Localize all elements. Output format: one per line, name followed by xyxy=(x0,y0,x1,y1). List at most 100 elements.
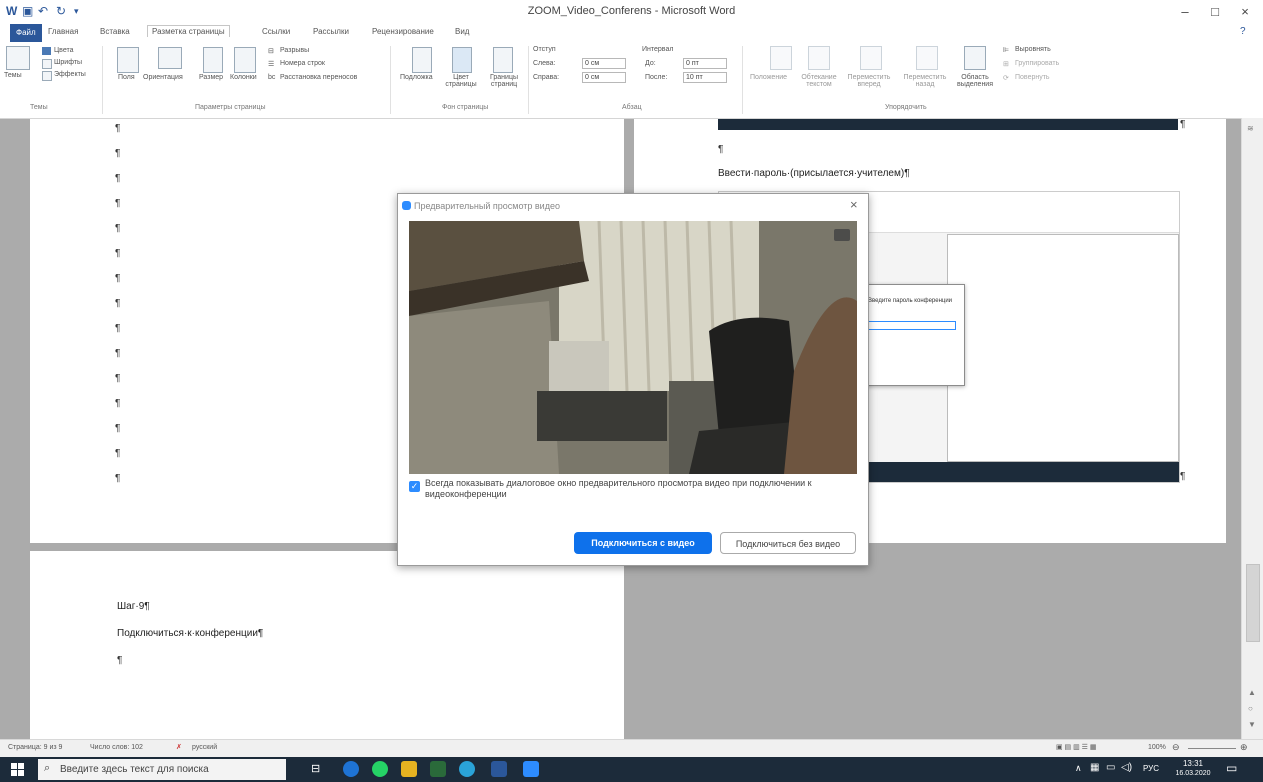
windows-start-icon[interactable] xyxy=(11,763,24,776)
tray-chevron-icon[interactable]: ∧ xyxy=(1075,763,1082,774)
align-button[interactable]: Выровнять xyxy=(1015,46,1051,53)
selection-pane-icon xyxy=(964,46,986,70)
fonts-icon xyxy=(42,59,52,69)
paragraph-mark: ¶ xyxy=(115,323,121,334)
tab-review[interactable]: Рецензирование xyxy=(372,27,434,36)
vertical-scrollbar[interactable]: ≋ ▲ ○ ▼ xyxy=(1241,118,1263,739)
spacing-before-input[interactable]: 0 пт xyxy=(683,58,727,69)
scroll-thumb[interactable] xyxy=(1246,564,1260,642)
join-with-video-button[interactable]: Подключиться с видео xyxy=(574,532,712,554)
embedded-password-title: Введите пароль конференции xyxy=(868,298,953,304)
task-view-icon[interactable]: ⊟ xyxy=(311,762,320,775)
ribbon-separator xyxy=(102,46,103,114)
edge-browser-icon[interactable] xyxy=(343,761,359,777)
columns-button[interactable]: Колонки xyxy=(230,74,257,81)
rotate-button[interactable]: Повернуть xyxy=(1015,74,1050,81)
next-page-icon[interactable]: ▼ xyxy=(1248,720,1256,729)
group-page-background-label: Фон страницы xyxy=(442,104,489,111)
wrap-text-icon xyxy=(808,46,830,70)
dialog-close-button[interactable]: × xyxy=(850,197,858,212)
tab-file[interactable]: Файл xyxy=(10,24,42,42)
line-numbers-button[interactable]: Номера строк xyxy=(280,60,325,67)
join-without-video-button[interactable]: Подключиться без видео xyxy=(720,532,856,554)
paragraph-mark: ¶ xyxy=(115,273,121,284)
send-backward-button[interactable]: Переместить назад xyxy=(899,74,951,88)
themes-icon[interactable] xyxy=(6,46,30,70)
hyphenation-button[interactable]: Расстановка переносов xyxy=(280,74,357,81)
indent-right-input[interactable]: 0 см xyxy=(582,72,626,83)
page-borders-button[interactable]: Границы страниц xyxy=(484,74,524,88)
spacing-label: Интервал xyxy=(642,46,674,53)
input-language[interactable]: РУС xyxy=(1143,764,1159,773)
fonts-button[interactable]: Шрифты xyxy=(54,59,82,66)
margins-icon xyxy=(117,47,139,73)
paragraph-mark: ¶ xyxy=(115,448,121,459)
tab-insert[interactable]: Вставка xyxy=(100,27,130,36)
paragraph-mark: ¶ xyxy=(115,173,121,184)
wrap-text-button[interactable]: Обтекание текстом xyxy=(797,74,841,88)
effects-button[interactable]: Эффекты xyxy=(54,71,86,78)
zoom-level[interactable]: 100% xyxy=(1148,744,1166,751)
volume-icon[interactable]: ◁) xyxy=(1121,762,1132,773)
whatsapp-icon[interactable] xyxy=(372,761,388,777)
breaks-button[interactable]: Разрывы xyxy=(280,47,309,54)
ruler-toggle-icon[interactable]: ≋ xyxy=(1247,124,1254,133)
zoom-slider[interactable] xyxy=(1188,748,1236,749)
page-color-button[interactable]: Цвет страницы xyxy=(440,74,482,88)
ribbon-separator xyxy=(528,46,529,114)
page-count-status[interactable]: Страница: 9 из 9 xyxy=(8,744,62,751)
tab-page-layout[interactable]: Разметка страницы xyxy=(147,25,230,37)
align-icon: ⊫ xyxy=(1003,47,1010,54)
orientation-button[interactable]: Ориентация xyxy=(143,74,183,81)
clock-date[interactable]: 16.03.2020 xyxy=(1174,770,1212,777)
tray-network-icon[interactable]: ▦ xyxy=(1090,762,1099,773)
group-button[interactable]: Группировать xyxy=(1015,60,1059,67)
indent-left-input[interactable]: 0 см xyxy=(582,58,626,69)
page-left-bottom[interactable]: Шаг·9¶ Подключиться·к·конференции¶ ¶ xyxy=(30,551,624,739)
group-paragraph-label: Абзац xyxy=(622,104,642,111)
watermark-button[interactable]: Подложка xyxy=(400,74,433,81)
spacing-after-input[interactable]: 10 пт xyxy=(683,72,727,83)
ribbon-tabs: Файл Главная Вставка Разметка страницы С… xyxy=(0,24,1263,42)
step-description-text: Подключиться·к·конференции¶ xyxy=(117,628,264,639)
network-app-icon[interactable] xyxy=(430,761,446,777)
margins-button[interactable]: Поля xyxy=(118,74,135,81)
tray-monitor-icon[interactable]: ▭ xyxy=(1106,762,1115,773)
maximize-button[interactable]: □ xyxy=(1200,2,1230,22)
zoom-taskbar-icon[interactable] xyxy=(523,761,539,777)
view-mode-icons[interactable]: ▣ ▤ ▥ ☰ ▦ xyxy=(1056,743,1097,751)
taskbar-search-box[interactable]: ⌕ Введите здесь текст для поиска xyxy=(38,759,286,780)
position-button[interactable]: Положение xyxy=(750,74,787,81)
minimize-button[interactable]: – xyxy=(1170,2,1200,22)
colors-icon xyxy=(42,47,51,55)
clock-time[interactable]: 13:31 xyxy=(1174,759,1212,768)
bring-forward-icon xyxy=(860,46,882,70)
bring-forward-button[interactable]: Переместить вперед xyxy=(843,74,895,88)
paragraph-mark: ¶ xyxy=(115,123,121,134)
word-count-status[interactable]: Число слов: 102 xyxy=(90,744,143,751)
close-button[interactable]: × xyxy=(1230,2,1260,22)
file-explorer-icon[interactable] xyxy=(401,761,417,777)
help-icon[interactable]: ? xyxy=(1240,26,1246,37)
zoom-logo-icon xyxy=(402,201,411,210)
word-taskbar-icon[interactable] xyxy=(491,761,507,777)
tab-references[interactable]: Ссылки xyxy=(262,27,290,36)
proofing-icon[interactable]: ✗ xyxy=(176,743,182,751)
group-page-setup-label: Параметры страницы xyxy=(195,104,266,111)
paragraph-mark: ¶ xyxy=(115,248,121,259)
tab-home[interactable]: Главная xyxy=(48,27,78,36)
browse-object-icon[interactable]: ○ xyxy=(1248,704,1253,713)
selection-pane-button[interactable]: Область выделения xyxy=(955,74,995,88)
themes-button-label[interactable]: Темы xyxy=(4,72,22,79)
telegram-icon[interactable] xyxy=(459,761,475,777)
zoom-out-icon[interactable]: ⊖ xyxy=(1172,742,1180,753)
size-button[interactable]: Размер xyxy=(199,74,223,81)
tab-mailings[interactable]: Рассылки xyxy=(313,27,349,36)
zoom-in-icon[interactable]: ⊕ xyxy=(1240,742,1248,753)
colors-button[interactable]: Цвета xyxy=(54,47,74,54)
tab-view[interactable]: Вид xyxy=(455,27,469,36)
notifications-icon[interactable]: ▭ xyxy=(1226,761,1237,775)
always-show-preview-checkbox[interactable]: ✓ xyxy=(409,481,420,492)
language-status[interactable]: русский xyxy=(192,744,217,751)
prev-page-icon[interactable]: ▲ xyxy=(1248,688,1256,697)
